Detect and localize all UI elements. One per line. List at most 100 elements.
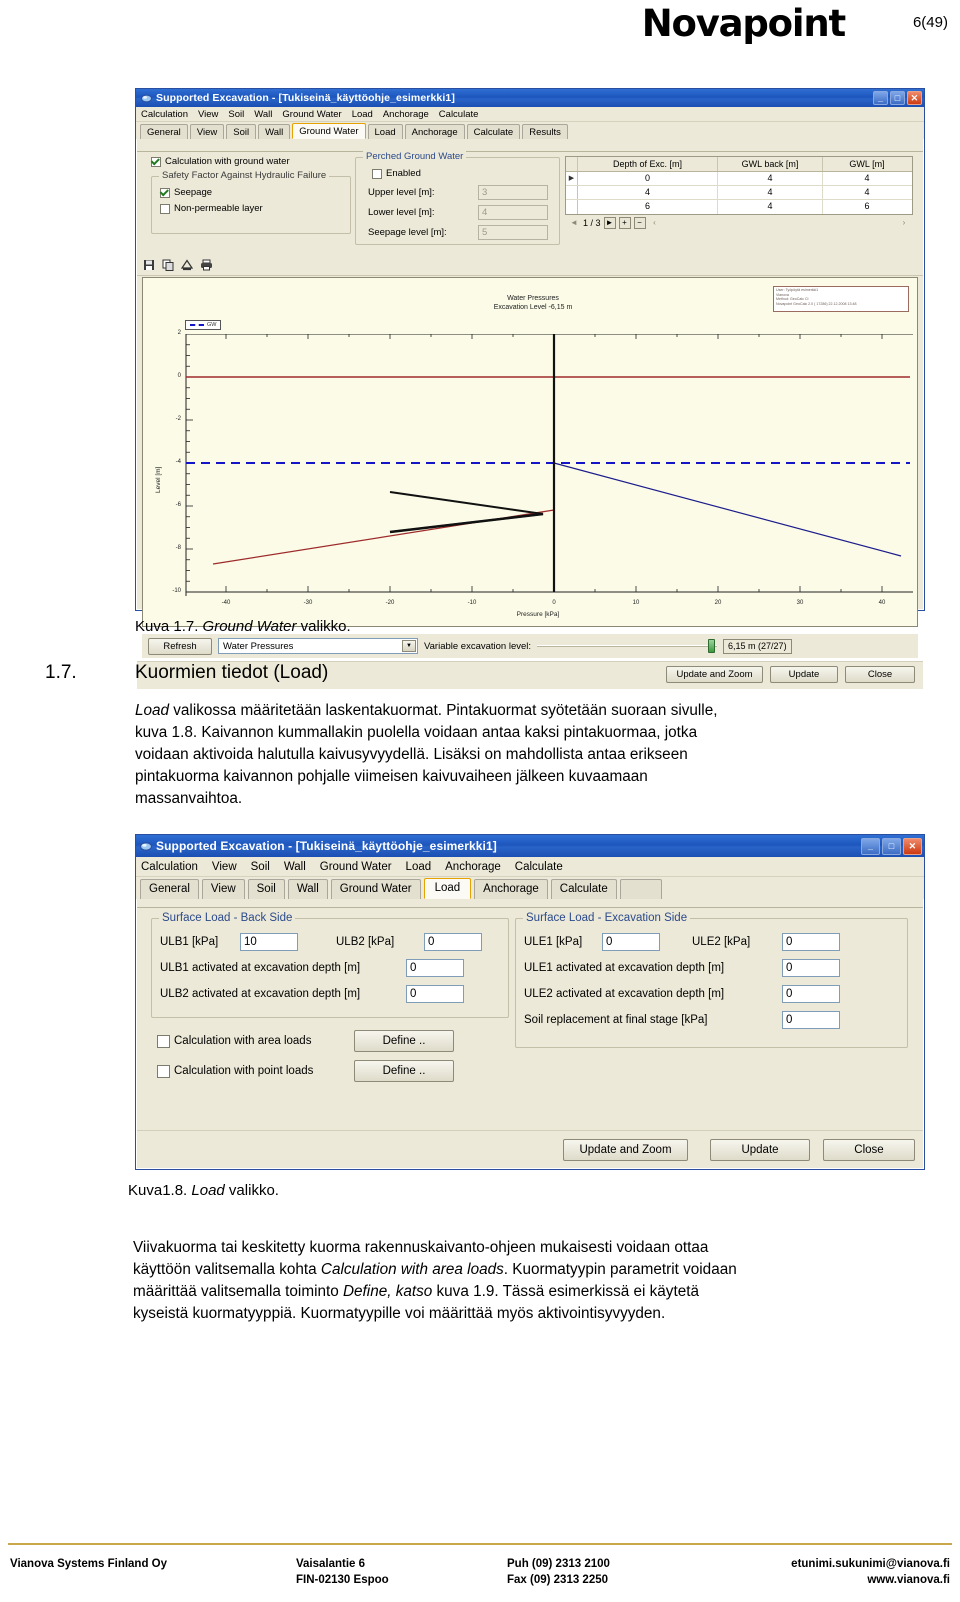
tab-general[interactable]: General: [140, 124, 188, 139]
grid-col-depth[interactable]: Depth of Exc. [m]: [578, 157, 718, 171]
export-icon[interactable]: [180, 258, 194, 276]
close-dialog-button[interactable]: Close: [845, 666, 915, 683]
soil-replacement-input[interactable]: 0: [782, 1011, 840, 1029]
tab-anchorage[interactable]: Anchorage: [474, 879, 548, 899]
ulb2-input[interactable]: 0: [424, 933, 482, 951]
menu-item-ground-water[interactable]: Ground Water: [320, 861, 392, 873]
cell-gwl-back[interactable]: 4: [718, 200, 823, 214]
menubar[interactable]: Calculation View Soil Wall Ground Water …: [136, 857, 924, 877]
slider-thumb[interactable]: [708, 639, 716, 653]
cell-gwl-back[interactable]: 4: [718, 186, 823, 199]
tabstrip[interactable]: General View Soil Wall Ground Water Load…: [136, 122, 924, 139]
menu-item-wall[interactable]: Wall: [254, 109, 272, 120]
grid-body[interactable]: Depth of Exc. [m] GWL back [m] GWL [m] ▶…: [565, 156, 913, 215]
tab-results[interactable]: Results: [522, 124, 568, 139]
grid-next-button[interactable]: ►: [603, 217, 616, 229]
close-button[interactable]: ✕: [903, 837, 922, 855]
grid-remove-row-button[interactable]: −: [633, 217, 646, 229]
cell-depth[interactable]: 0: [578, 172, 718, 185]
ground-water-stage-grid[interactable]: Depth of Exc. [m] GWL back [m] GWL [m] ▶…: [565, 156, 913, 231]
print-icon[interactable]: [200, 258, 213, 276]
tab-general[interactable]: General: [140, 879, 199, 899]
tab-wall[interactable]: Wall: [258, 124, 291, 139]
point-loads-checkbox[interactable]: [157, 1064, 170, 1078]
define-point-loads-button[interactable]: Define ..: [354, 1060, 454, 1082]
ulb1-row[interactable]: ULB1 [kPa] 10 ULB2 [kPa] 0: [160, 933, 500, 951]
menu-item-ground-water[interactable]: Ground Water: [282, 109, 341, 120]
grid-add-row-button[interactable]: +: [618, 217, 631, 229]
chart-controls-bar[interactable]: Refresh Water Pressures ▼ Variable excav…: [142, 634, 918, 658]
ulb2-depth-row[interactable]: ULB2 activated at excavation depth [m] 0: [160, 985, 500, 1003]
cell-gwl[interactable]: 6: [823, 200, 911, 214]
window-controls[interactable]: _ □ ✕: [861, 837, 922, 855]
update-and-zoom-button[interactable]: Update and Zoom: [666, 666, 763, 683]
update-button[interactable]: Update: [770, 666, 838, 683]
tab-load[interactable]: Load: [423, 878, 472, 899]
perched-enabled-checkbox[interactable]: [372, 168, 382, 179]
seepage-level-row[interactable]: Seepage level [m]: 5: [368, 225, 551, 240]
close-button[interactable]: ✕: [907, 91, 922, 105]
minimize-button[interactable]: _: [861, 837, 880, 855]
tab-anchorage[interactable]: Anchorage: [404, 124, 465, 139]
lower-level-input[interactable]: 4: [478, 205, 548, 220]
tab-calculate[interactable]: Calculate: [550, 879, 617, 899]
perched-enabled-row[interactable]: Enabled: [372, 168, 551, 179]
menu-item-anchorage[interactable]: Anchorage: [445, 861, 501, 873]
menubar[interactable]: Calculation View Soil Wall Ground Water …: [136, 107, 924, 122]
tab-soil[interactable]: Soil: [226, 124, 257, 139]
dialog-action-bar[interactable]: Update and Zoom Update Close: [137, 1130, 923, 1168]
menu-item-load[interactable]: Load: [406, 861, 432, 873]
menu-item-view[interactable]: View: [212, 861, 237, 873]
grid-navigator[interactable]: ◄ 1 / 3 ► + − ‹ ›: [565, 215, 913, 231]
ulb1-depth-input[interactable]: 0: [406, 959, 464, 977]
update-and-zoom-button[interactable]: Update and Zoom: [563, 1139, 688, 1161]
window-controls[interactable]: _ □ ✕: [873, 91, 922, 105]
menu-item-calculation[interactable]: Calculation: [141, 861, 198, 873]
non-permeable-checkbox[interactable]: [160, 203, 170, 214]
maximize-button[interactable]: □: [890, 91, 905, 105]
area-loads-row[interactable]: Calculation with area loads Define ..: [157, 1030, 454, 1052]
tab-load[interactable]: Load: [367, 124, 403, 139]
define-area-loads-button[interactable]: Define ..: [354, 1030, 454, 1052]
point-loads-row[interactable]: Calculation with point loads Define ..: [157, 1060, 454, 1082]
ulb1-depth-row[interactable]: ULB1 activated at excavation depth [m] 0: [160, 959, 500, 977]
cell-depth[interactable]: 4: [578, 186, 718, 199]
grid-prev-button[interactable]: ◄: [568, 217, 580, 229]
calculation-with-ground-water-row[interactable]: Calculation with ground water: [151, 156, 351, 167]
ulb1-input[interactable]: 10: [240, 933, 298, 951]
tab-view[interactable]: View: [201, 879, 245, 899]
seepage-level-input[interactable]: 5: [478, 225, 548, 240]
menu-item-anchorage[interactable]: Anchorage: [383, 109, 429, 120]
ule1-depth-row[interactable]: ULE1 activated at excavation depth [m] 0: [524, 959, 899, 977]
cell-depth[interactable]: 6: [578, 200, 718, 214]
table-row[interactable]: ▶ 0 4 4: [566, 172, 912, 186]
cell-gwl[interactable]: 4: [823, 172, 911, 185]
grid-col-gwl-back[interactable]: GWL back [m]: [718, 157, 823, 171]
variable-excavation-level-slider[interactable]: [537, 638, 718, 654]
tab-calculate[interactable]: Calculate: [466, 124, 521, 139]
copy-icon[interactable]: [162, 258, 174, 276]
tab-ground-water[interactable]: Ground Water: [330, 879, 421, 899]
menu-item-wall[interactable]: Wall: [284, 861, 306, 873]
calculation-with-ground-water-checkbox[interactable]: [151, 156, 161, 167]
grid-end-button[interactable]: ‹: [649, 217, 661, 229]
lower-level-row[interactable]: Lower level [m]: 4: [368, 205, 551, 220]
seepage-checkbox[interactable]: [160, 187, 170, 198]
tabstrip[interactable]: General View Soil Wall Ground Water Load…: [136, 877, 924, 899]
ule2-depth-row[interactable]: ULE2 activated at excavation depth [m] 0: [524, 985, 899, 1003]
cell-gwl-back[interactable]: 4: [718, 172, 823, 185]
close-dialog-button[interactable]: Close: [823, 1139, 915, 1161]
non-permeable-row[interactable]: Non-permeable layer: [160, 203, 342, 214]
ule1-input[interactable]: 0: [602, 933, 660, 951]
tab-soil[interactable]: Soil: [247, 879, 285, 899]
maximize-button[interactable]: □: [882, 837, 901, 855]
menu-item-calculation[interactable]: Calculation: [141, 109, 188, 120]
water-pressure-chart[interactable]: Water Pressures Excavation Level -6,15 m…: [142, 277, 918, 627]
table-row[interactable]: 4 4 4: [566, 186, 912, 200]
minimize-button[interactable]: _: [873, 91, 888, 105]
menu-item-soil[interactable]: Soil: [251, 861, 270, 873]
menu-item-calculate[interactable]: Calculate: [515, 861, 563, 873]
tab-ground-water[interactable]: Ground Water: [292, 123, 366, 139]
grid-col-gwl[interactable]: GWL [m]: [823, 157, 911, 171]
supported-excavation-ground-water-window[interactable]: Supported Excavation - [Tukiseinä_käyttö…: [135, 88, 925, 689]
